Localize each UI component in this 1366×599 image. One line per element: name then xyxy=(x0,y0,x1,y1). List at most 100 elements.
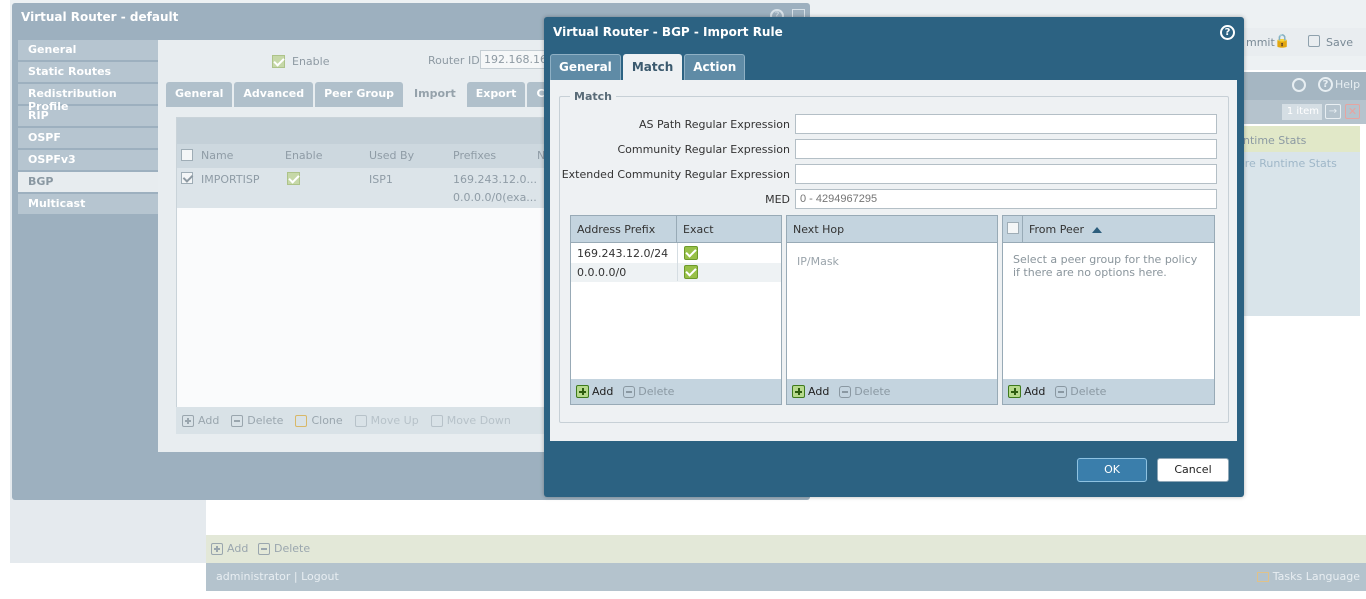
row-used-by: ISP1 xyxy=(369,173,393,186)
cancel-button[interactable]: Cancel xyxy=(1157,458,1229,482)
from-peer-toolbar: Add Delete xyxy=(1003,379,1214,404)
next-hop-add-button[interactable]: Add xyxy=(792,385,829,398)
tab-action[interactable]: Action xyxy=(684,54,746,80)
address-prefix-add-button[interactable]: Add xyxy=(576,385,613,398)
vr-clone-button[interactable]: Clone xyxy=(295,414,343,427)
col-name[interactable]: Name xyxy=(201,149,233,162)
from-peer-empty-text: Select a peer group for the policy if th… xyxy=(1013,253,1198,279)
exact-checkbox[interactable] xyxy=(684,265,698,279)
extended-community-label: Extended Community Regular Expression xyxy=(561,168,790,181)
row-prefix-1: 169.243.12.0... xyxy=(453,173,537,186)
tasks-link[interactable]: Tasks xyxy=(1273,570,1302,583)
vr-tab-peer-group[interactable]: Peer Group xyxy=(315,82,404,107)
vr-move-down-label: Move Down xyxy=(446,414,511,427)
help-link[interactable]: Help xyxy=(1335,78,1360,91)
add-icon xyxy=(182,414,194,427)
goto-icon[interactable]: → xyxy=(1325,104,1341,119)
vr-nav-general[interactable]: General xyxy=(18,40,160,60)
save-icon[interactable] xyxy=(1308,35,1320,47)
vr-nav-ospfv3[interactable]: OSPFv3 xyxy=(18,150,160,170)
enable-checkbox[interactable] xyxy=(272,55,285,68)
vr-tabs: General Advanced Peer Group Import Expor… xyxy=(166,82,577,107)
ok-button[interactable]: OK xyxy=(1077,458,1147,482)
row-checkbox[interactable] xyxy=(181,172,193,187)
vr-delete-button[interactable]: Delete xyxy=(231,414,283,427)
bg-add-label: Add xyxy=(227,542,249,555)
table-row[interactable]: 169.243.12.0/24 xyxy=(571,244,781,263)
virtual-router-title: Virtual Router - default xyxy=(21,10,179,24)
vr-nav-ospf[interactable]: OSPF xyxy=(18,128,160,148)
select-all-checkbox[interactable] xyxy=(1003,216,1023,243)
vr-add-button[interactable]: Add xyxy=(182,414,219,427)
vr-move-down-button[interactable]: Move Down xyxy=(430,414,511,427)
table-row[interactable]: IMPORTISP ISP1 169.243.12.0... 0.0.0.0/0… xyxy=(177,168,555,208)
exact-checkbox[interactable] xyxy=(684,246,698,260)
background-grid-header: ? Help xyxy=(1232,72,1366,100)
enable-label: Enable xyxy=(292,55,330,68)
match-section-title: Match xyxy=(570,90,616,103)
tab-general[interactable]: General xyxy=(550,54,621,80)
vr-tab-export[interactable]: Export xyxy=(466,82,526,107)
community-input[interactable] xyxy=(795,139,1217,159)
bg-delete-button[interactable]: Delete xyxy=(258,542,310,555)
help-icon[interactable]: ? xyxy=(1220,25,1235,40)
col-prefixes[interactable]: Prefixes xyxy=(453,149,496,162)
vr-nav-multicast[interactable]: Multicast xyxy=(18,194,160,214)
clear-filter-icon[interactable]: ✕ xyxy=(1345,104,1360,119)
runtime-stats-header: untime Stats xyxy=(1232,126,1360,152)
bg-add-button[interactable]: Add xyxy=(211,542,248,555)
delete-icon xyxy=(623,385,636,398)
router-id-label: Router ID xyxy=(428,54,480,67)
from-peer-header: From Peer xyxy=(1003,216,1214,243)
bgp-import-rule-dialog: Virtual Router - BGP - Import Rule ? Gen… xyxy=(544,17,1244,497)
tab-match[interactable]: Match xyxy=(622,54,683,80)
delete-label: Delete xyxy=(638,385,675,398)
col-used-by[interactable]: Used By xyxy=(369,149,414,162)
logout-link[interactable]: Logout xyxy=(301,570,339,583)
as-path-input[interactable] xyxy=(795,114,1217,134)
delete-icon xyxy=(1055,385,1068,398)
add-icon xyxy=(792,385,805,398)
col-from-peer[interactable]: From Peer xyxy=(1023,216,1216,243)
vr-tab-import[interactable]: Import xyxy=(405,82,465,107)
pager-count: 1 item xyxy=(1282,104,1322,120)
col-address-prefix[interactable]: Address Prefix xyxy=(571,216,677,243)
bgp-tabs: General Match Action xyxy=(550,54,746,80)
col-enable[interactable]: Enable xyxy=(285,149,322,162)
vr-move-up-button[interactable]: Move Up xyxy=(354,414,419,427)
status-bar: administrator | Logout Tasks Language xyxy=(206,563,1366,591)
select-all-checkbox[interactable] xyxy=(181,149,193,164)
from-peer-add-button[interactable]: Add xyxy=(1008,385,1045,398)
vr-nav-rip[interactable]: RIP xyxy=(18,106,160,126)
lock-icon[interactable]: 🔒 xyxy=(1274,34,1290,49)
row-enable-check xyxy=(287,172,300,188)
from-peer-delete-button[interactable]: Delete xyxy=(1055,385,1106,398)
vr-nav-redistribution-profile[interactable]: Redistribution Profile xyxy=(18,84,160,113)
vr-move-up-label: Move Up xyxy=(370,414,419,427)
commit-button[interactable]: mmit xyxy=(1246,36,1275,49)
refresh-icon[interactable] xyxy=(1292,78,1306,92)
table-row[interactable]: 0.0.0.0/0 xyxy=(571,263,781,282)
address-prefix-delete-button[interactable]: Delete xyxy=(623,385,674,398)
col-next-hop[interactable]: Next Hop xyxy=(787,216,999,243)
runtime-stats-link[interactable]: ore Runtime Stats xyxy=(1238,157,1337,170)
help-icon[interactable]: ? xyxy=(1318,77,1333,92)
status-separator: | xyxy=(293,570,298,583)
prefix-value: 0.0.0.0/0 xyxy=(577,266,627,279)
delete-icon xyxy=(231,414,244,427)
row-prefix-2: 0.0.0.0/0(exa... xyxy=(453,191,537,204)
next-hop-placeholder[interactable]: IP/Mask xyxy=(797,255,839,268)
vr-tab-advanced[interactable]: Advanced xyxy=(234,82,314,107)
med-input[interactable] xyxy=(795,189,1217,209)
next-hop-panel: Next Hop IP/Mask Add Delete xyxy=(786,215,998,405)
vr-nav-bgp[interactable]: BGP xyxy=(18,172,160,192)
vr-nav-static-routes[interactable]: Static Routes xyxy=(18,62,160,82)
next-hop-delete-button[interactable]: Delete xyxy=(839,385,890,398)
language-link[interactable]: Language xyxy=(1306,570,1360,583)
col-exact[interactable]: Exact xyxy=(677,216,783,243)
extended-community-input[interactable] xyxy=(795,164,1217,184)
vr-delete-label: Delete xyxy=(247,414,284,427)
save-button[interactable]: Save xyxy=(1326,36,1353,49)
vr-tab-general[interactable]: General xyxy=(166,82,233,107)
add-icon xyxy=(576,385,589,398)
